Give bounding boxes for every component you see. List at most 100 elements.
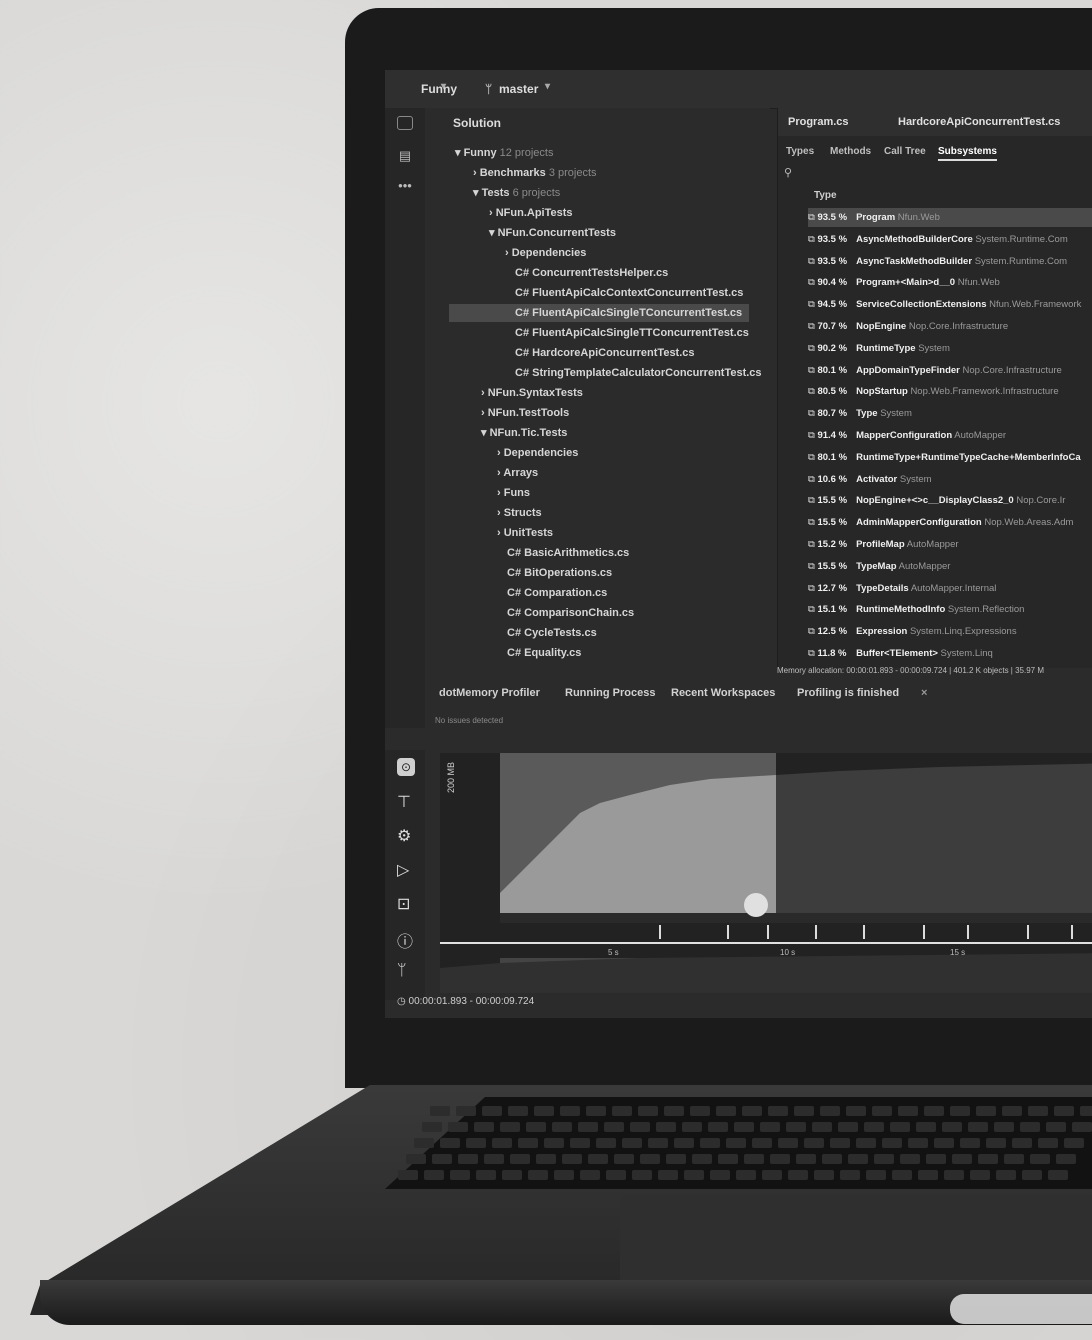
tree-item[interactable]: C# FluentApiCalcSingleTTConcurrentTest.c… xyxy=(515,324,749,342)
type-name: NopStartup xyxy=(856,386,908,398)
type-name: Expression xyxy=(856,626,908,638)
branch-icon[interactable]: ᛘ xyxy=(397,962,407,980)
keyboard-key xyxy=(1072,1122,1092,1132)
allocation-row[interactable]: ⧉ 11.8 % Buffer<TElement> System.Linq xyxy=(808,644,993,663)
tree-item[interactable]: › UnitTests xyxy=(497,524,553,542)
allocation-row[interactable]: ⧉ 80.5 % NopStartup Nop.Web.Framework.In… xyxy=(808,382,1059,401)
tab-program[interactable]: Program.cs xyxy=(788,116,849,128)
keyboard-key xyxy=(872,1106,892,1116)
tree-item[interactable]: › Dependencies xyxy=(505,244,586,262)
info-icon[interactable]: ⓘ xyxy=(397,928,413,952)
allocation-row[interactable]: ⧉ 90.4 % Program+<Main>d__0 Nfun.Web xyxy=(808,273,1000,292)
allocation-row[interactable]: ⧉ 12.7 % TypeDetails AutoMapper.Internal xyxy=(808,579,996,598)
tree-item[interactable]: › Arrays xyxy=(497,464,538,482)
tree-item[interactable]: ▾ NFun.Tic.Tests xyxy=(481,424,567,442)
keyboard-key xyxy=(534,1106,554,1116)
tree-item[interactable]: C# StringTemplateCalculatorConcurrentTes… xyxy=(515,364,762,382)
type-icon: ⧉ xyxy=(808,408,818,420)
allocation-row[interactable]: ⧉ 93.5 % Program Nfun.Web xyxy=(808,208,1092,227)
snapshot-icon[interactable]: ⊡ xyxy=(397,894,410,914)
tab-methods[interactable]: Methods xyxy=(830,146,871,157)
allocation-row[interactable]: ⧉ 15.5 % NopEngine+<>c__DisplayClass2_0 … xyxy=(808,491,1065,510)
allocation-row[interactable]: ⧉ 94.5 % ServiceCollectionExtensions Nfu… xyxy=(808,295,1081,314)
allocation-row[interactable]: ⧉ 10.6 % Activator System xyxy=(808,470,932,489)
profiler-icon[interactable]: ⊙ xyxy=(397,758,415,776)
keyboard-key xyxy=(924,1106,944,1116)
tree-item-selected[interactable]: C# FluentApiCalcSingleTConcurrentTest.cs xyxy=(449,304,749,322)
tree-item[interactable]: C# FluentApiCalcContextConcurrentTest.cs xyxy=(515,284,743,302)
type-icon: ⧉ xyxy=(808,604,818,616)
keyboard-key xyxy=(422,1122,442,1132)
solution-explorer: Solution ▾ Funny 12 projects › Benchmark… xyxy=(425,108,770,718)
tree-item[interactable]: C# BasicArithmetics.cs xyxy=(507,544,629,562)
keyboard-key xyxy=(734,1122,754,1132)
allocation-row[interactable]: ⧉ 15.1 % RuntimeMethodInfo System.Reflec… xyxy=(808,600,1024,619)
tree-item[interactable]: C# BitOperations.cs xyxy=(507,564,612,582)
pin-icon[interactable]: ⊤ xyxy=(397,792,411,812)
tree-item[interactable]: › NFun.ApiTests xyxy=(489,204,573,222)
run-icon[interactable]: ▷ xyxy=(397,860,409,880)
tree-item[interactable]: › Structs xyxy=(497,504,542,522)
tab-call-tree[interactable]: Call Tree xyxy=(884,146,926,157)
folder-icon[interactable] xyxy=(397,116,413,130)
allocation-row[interactable]: ⧉ 15.2 % ProfileMap AutoMapper xyxy=(808,535,959,554)
allocation-row[interactable]: ⧉ 15.5 % AdminMapperConfiguration Nop.We… xyxy=(808,513,1073,532)
keyboard-key xyxy=(612,1106,632,1116)
keyboard-key xyxy=(1002,1106,1022,1116)
tab-hardcore-test[interactable]: HardcoreApiConcurrentTest.cs xyxy=(898,116,1060,128)
allocation-row[interactable]: ⧉ 93.5 % AsyncMethodBuilderCore System.R… xyxy=(808,230,1068,249)
tab-profiling-finished[interactable]: Profiling is finished xyxy=(797,687,899,699)
keyboard-key xyxy=(518,1138,538,1148)
type-namespace: Nop.Core.Infrastructure xyxy=(908,321,1009,332)
keyboard-key xyxy=(682,1122,702,1132)
allocation-row[interactable]: ⧉ 90.2 % RuntimeType System xyxy=(808,339,950,358)
type-column-header[interactable]: Type xyxy=(814,190,837,201)
allocation-row[interactable]: ⧉ 93.5 % AsyncTaskMethodBuilder System.R… xyxy=(808,252,1067,271)
tree-item[interactable]: C# Comparation.cs xyxy=(507,584,607,602)
allocation-percent: 93.5 % xyxy=(817,212,848,223)
tree-item[interactable]: C# CycleTests.cs xyxy=(507,624,597,642)
solution-label[interactable]: Solution xyxy=(453,116,501,130)
memory-timeline[interactable]: 200 MB 5 s 10 s 15 s xyxy=(440,753,1092,993)
type-icon: ⧉ xyxy=(808,560,818,572)
tab-recent-workspaces[interactable]: Recent Workspaces xyxy=(671,687,775,699)
allocation-row[interactable]: ⧉ 80.1 % RuntimeType+RuntimeTypeCache+Me… xyxy=(808,448,1081,467)
allocation-row[interactable]: ⧉ 80.7 % Type System xyxy=(808,404,912,423)
tree-item[interactable]: C# ConcurrentTestsHelper.cs xyxy=(515,264,668,282)
tree-item[interactable]: C# HardcoreApiConcurrentTest.cs xyxy=(515,344,695,362)
tree-item[interactable]: › Funs xyxy=(497,484,530,502)
allocation-row[interactable]: ⧉ 15.5 % TypeMap AutoMapper xyxy=(808,557,950,576)
allocation-row[interactable]: ⧉ 70.7 % NopEngine Nop.Core.Infrastructu… xyxy=(808,317,1008,336)
tab-types[interactable]: Types xyxy=(786,146,814,157)
keyboard-key xyxy=(864,1122,884,1132)
allocations-pane: Program.cs HardcoreApiConcurrentTest.cs … xyxy=(777,108,1092,668)
branch-icon: ᛘ xyxy=(485,82,493,96)
allocation-row[interactable]: ⧉ 80.1 % AppDomainTypeFinder Nop.Core.In… xyxy=(808,361,1062,380)
type-icon: ⧉ xyxy=(808,539,818,550)
tree-item[interactable]: › Dependencies xyxy=(497,444,578,462)
project-selector[interactable]: Funny xyxy=(421,82,457,96)
tree-item[interactable]: › NFun.SyntaxTests xyxy=(481,384,583,402)
settings-icon[interactable]: ⚙ xyxy=(397,826,411,846)
keyboard-key xyxy=(986,1138,1006,1148)
keyboard-key xyxy=(440,1138,460,1148)
allocation-row[interactable]: ⧉ 91.4 % MapperConfiguration AutoMapper xyxy=(808,426,1006,445)
tree-item[interactable]: C# ComparisonChain.cs xyxy=(507,604,634,622)
keyboard-key xyxy=(866,1170,886,1180)
more-icon[interactable]: ••• xyxy=(397,178,413,194)
tree-item[interactable]: › NFun.TestTools xyxy=(481,404,569,422)
tab-dotmemory[interactable]: dotMemory Profiler xyxy=(439,687,540,699)
tree-item[interactable]: C# Equality.cs xyxy=(507,644,581,662)
close-icon[interactable]: × xyxy=(921,687,927,699)
tab-running-process[interactable]: Running Process xyxy=(565,687,655,699)
allocation-row[interactable]: ⧉ 12.5 % Expression System.Linq.Expressi… xyxy=(808,622,1017,641)
structure-icon[interactable]: ▤ xyxy=(397,148,413,164)
search-icon[interactable]: ⚲ xyxy=(784,166,792,179)
tree-item[interactable]: ▾ Tests 6 projects xyxy=(473,184,560,202)
tree-root[interactable]: ▾ Funny 12 projects xyxy=(455,144,553,162)
tree-item[interactable]: ▾ NFun.ConcurrentTests xyxy=(489,224,616,242)
branch-selector[interactable]: master xyxy=(499,82,538,96)
tab-subsystems[interactable]: Subsystems xyxy=(938,146,997,161)
selection-handle[interactable] xyxy=(744,893,768,917)
tree-item[interactable]: › Benchmarks 3 projects xyxy=(473,164,597,182)
